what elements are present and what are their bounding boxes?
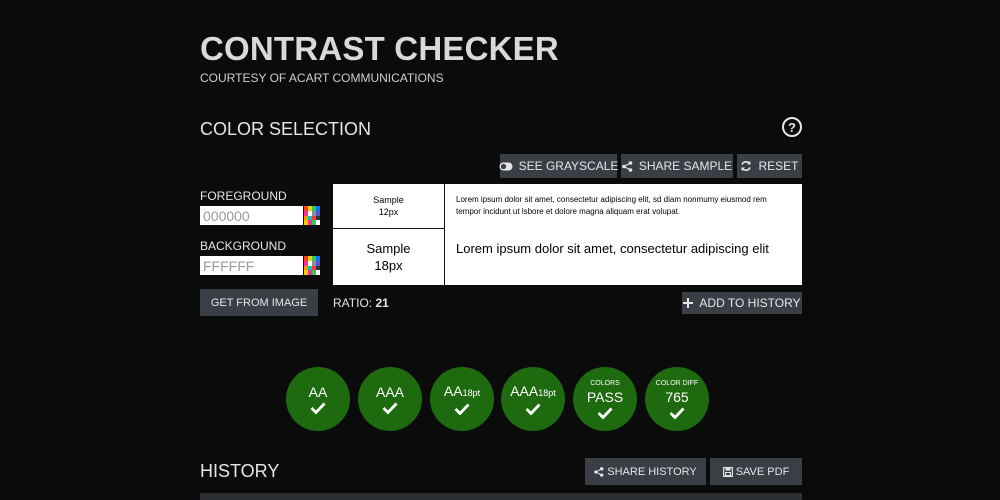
- page-subtitle: COURTESY OF ACART COMMUNICATIONS: [200, 71, 444, 85]
- check-icon: [310, 402, 326, 414]
- badge-label: AAA: [375, 384, 404, 400]
- plus-icon: [683, 298, 694, 308]
- result-badge: COLORS PASS: [573, 367, 637, 431]
- help-icon[interactable]: ?: [782, 117, 802, 137]
- badge-label: PASS: [586, 388, 624, 405]
- result-badge: AA18pt: [430, 367, 494, 431]
- badge-label: AA18pt: [443, 383, 481, 399]
- check-icon: [525, 403, 541, 415]
- result-badge: COLOR DIFF 765: [645, 367, 709, 431]
- contrast-ratio: RATIO: 21: [333, 296, 389, 310]
- page-title: CONTRAST CHECKER: [200, 30, 559, 67]
- toggle-icon: [499, 162, 513, 171]
- share-icon: [622, 160, 633, 172]
- check-icon: [597, 407, 613, 419]
- get-from-image-button[interactable]: GET FROM IMAGE: [200, 289, 318, 316]
- share-icon: [594, 466, 604, 477]
- sample-large-text: Lorem ipsum dolor sit amet, consectetur …: [456, 241, 769, 256]
- background-label: BACKGROUND: [200, 239, 287, 253]
- result-badge: AAA: [358, 367, 422, 431]
- check-icon: [382, 402, 398, 414]
- color-selection-title: COLOR SELECTION: [200, 119, 372, 139]
- save-pdf-button[interactable]: SAVE PDF: [710, 458, 802, 485]
- badge-caption: COLOR DIFF: [655, 379, 699, 387]
- check-icon: [454, 403, 470, 415]
- badge-label: 765: [665, 388, 689, 405]
- check-icon: [669, 407, 685, 419]
- sample-small-text: Lorem ipsum dolor sit amet, consectetur …: [456, 195, 767, 216]
- add-to-history-button[interactable]: ADD TO HISTORY: [682, 292, 802, 314]
- result-badge: AA: [286, 367, 350, 431]
- color-picker-icon[interactable]: [304, 206, 320, 225]
- result-badge: AAA18pt: [501, 367, 565, 431]
- color-picker-icon[interactable]: [304, 256, 320, 275]
- refresh-icon: [740, 160, 752, 172]
- ratio-value: 21: [375, 296, 389, 310]
- badge-label: AAA18pt: [510, 383, 556, 399]
- reset-button[interactable]: RESET: [737, 154, 802, 178]
- sample-large-label: Sample 18px: [333, 229, 445, 285]
- sample-preview: Sample 12px Sample 18px Lorem ipsum dolo…: [333, 184, 802, 285]
- share-sample-button[interactable]: SHARE SAMPLE: [621, 154, 733, 178]
- background-input[interactable]: FFFFFF: [200, 256, 303, 275]
- history-table-header: [200, 493, 802, 500]
- history-title: HISTORY: [200, 461, 280, 481]
- sample-small-label: Sample 12px: [333, 184, 445, 229]
- see-grayscale-button[interactable]: SEE GRAYSCALE: [499, 154, 618, 178]
- share-history-button[interactable]: SHARE HISTORY: [585, 458, 706, 485]
- foreground-label: FOREGROUND: [200, 189, 287, 203]
- foreground-input[interactable]: 000000: [200, 206, 303, 225]
- badge-caption: COLORS: [590, 379, 620, 387]
- badge-label: AA: [308, 384, 328, 400]
- save-icon: [722, 466, 733, 477]
